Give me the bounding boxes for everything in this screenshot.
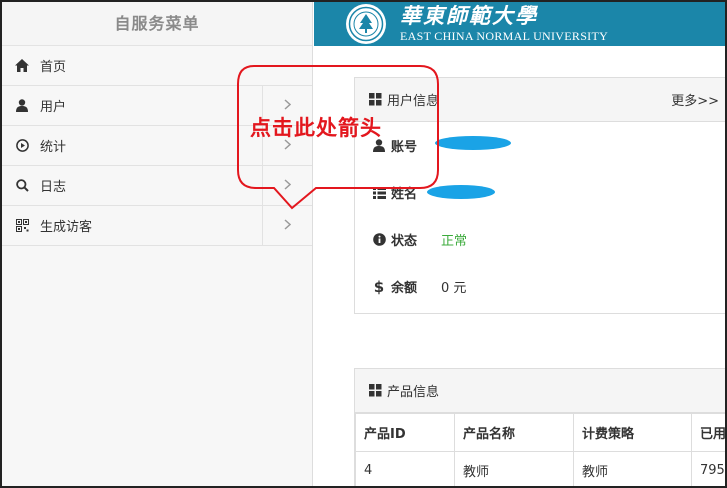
balance-label: 余额 <box>391 281 418 296</box>
panel-title: 产品信息 <box>387 385 440 400</box>
table-cell: 教师 <box>454 451 574 486</box>
column-header: 产品ID <box>355 413 455 452</box>
search-icon <box>14 178 30 194</box>
sidebar-item-label: 首页 <box>40 60 67 75</box>
table-cell: 4 <box>355 451 455 486</box>
sidebar-item-label: 日志 <box>40 180 67 195</box>
qrcode-icon <box>14 218 30 234</box>
university-name-en: EAST CHINA NORMAL UNIVERSITY <box>400 29 609 43</box>
product-info-panel: 产品信息 产品ID 产品名称 计费策略 已用 4 教师 教师 795 <box>354 368 725 486</box>
grid-icon <box>369 384 382 397</box>
sidebar-item-label: 生成访客 <box>40 220 93 235</box>
balance-value: 0 元 <box>441 281 467 296</box>
university-banner: 華東師範大學 EAST CHINA NORMAL UNIVERSITY <box>314 2 725 46</box>
status-value: 正常 <box>441 234 468 249</box>
dollar-icon: $ <box>373 277 385 296</box>
play-circle-icon <box>14 138 30 154</box>
sidebar-item-label: 用户 <box>40 100 67 115</box>
column-header: 计费策略 <box>573 413 692 452</box>
annotation-callout-bubble <box>237 65 439 210</box>
app-frame: 自服务菜单 首页 用户 统计 日志 生成访客 華東師範大學 EAST CHINA… <box>0 0 727 488</box>
user-icon <box>14 98 30 114</box>
product-info-heading: 产品信息 <box>355 369 725 413</box>
product-table: 产品ID 产品名称 计费策略 已用 4 教师 教师 795 <box>355 413 725 486</box>
university-seal-logo <box>346 4 386 44</box>
university-name-cn: 華東師範大學 <box>400 3 538 28</box>
column-header: 已用 <box>691 413 725 452</box>
sidebar-title: 自服务菜单 <box>2 2 312 46</box>
balance-row: $ 余额 0 元 <box>355 263 725 310</box>
redaction-mark <box>435 136 511 150</box>
sidebar-item-label: 统计 <box>40 140 67 155</box>
table-header-row: 产品ID 产品名称 计费策略 已用 <box>355 413 725 452</box>
column-header: 产品名称 <box>454 413 574 452</box>
more-link[interactable]: 更多>> <box>671 90 719 109</box>
table-row: 4 教师 教师 795 <box>355 451 725 486</box>
table-cell: 795 <box>691 451 725 486</box>
annotation-text: 点击此处箭头 <box>250 116 382 140</box>
table-cell: 教师 <box>573 451 692 486</box>
home-icon <box>14 58 30 74</box>
